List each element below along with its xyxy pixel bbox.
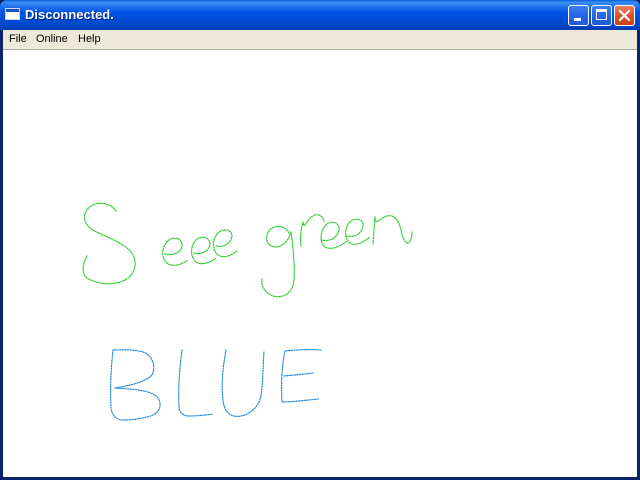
maximize-button[interactable] <box>591 5 612 26</box>
title-bar[interactable]: Disconnected. <box>0 0 640 30</box>
window-title: Disconnected. <box>25 7 114 22</box>
menu-help[interactable]: Help <box>76 32 103 47</box>
app-window: Disconnected. File Online Help <box>0 0 640 480</box>
menu-bar: File Online Help <box>3 30 637 49</box>
drawing-canvas[interactable] <box>3 49 637 477</box>
close-icon <box>619 10 630 21</box>
drawing-surface[interactable] <box>3 50 637 478</box>
blue-handwriting <box>110 348 322 421</box>
minimize-button[interactable] <box>568 5 589 26</box>
close-button[interactable] <box>614 5 635 26</box>
green-handwriting <box>82 202 413 298</box>
app-icon[interactable] <box>5 8 20 20</box>
menu-online[interactable]: Online <box>34 32 70 47</box>
menu-file[interactable]: File <box>7 32 29 47</box>
